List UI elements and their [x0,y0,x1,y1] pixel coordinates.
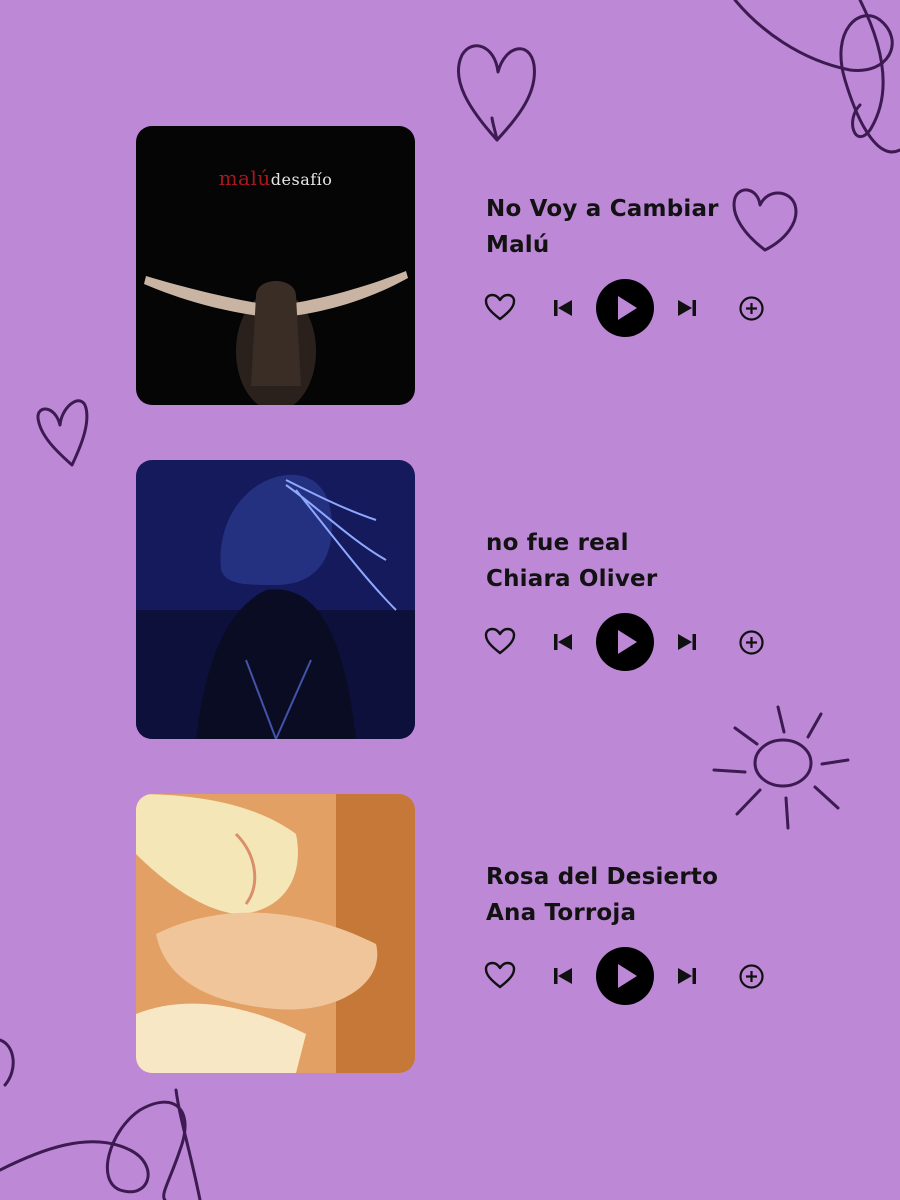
heart-doodle [36,399,89,467]
track-card: no fue real Chiara Oliver [0,460,900,740]
play-icon [618,296,637,320]
heart-outline-icon[interactable] [483,626,517,656]
track-artist: Malú [486,232,550,258]
plus-circle-icon[interactable] [738,963,765,990]
track-title: Rosa del Desierto [486,864,719,890]
plus-circle-icon[interactable] [738,629,765,656]
plus-circle-icon[interactable] [738,295,765,322]
skip-previous-icon[interactable] [552,965,574,987]
play-button[interactable] [596,947,654,1005]
play-icon [618,630,637,654]
album-cover[interactable] [136,794,415,1073]
play-button[interactable] [596,279,654,337]
album-cover[interactable] [136,460,415,739]
track-artist: Chiara Oliver [486,566,658,592]
track-card: malúdesafío No Voy a Cambiar Malú [0,126,900,406]
track-artist: Ana Torroja [486,900,637,926]
player-controls [480,278,780,338]
album-cover-art-icon [136,460,415,739]
skip-previous-icon[interactable] [552,297,574,319]
player-controls [480,612,780,672]
skip-previous-icon[interactable] [552,631,574,653]
track-card: Rosa del Desierto Ana Torroja [0,794,900,1074]
album-cover[interactable]: malúdesafío [136,126,415,405]
skip-next-icon[interactable] [676,297,698,319]
heart-outline-icon[interactable] [483,292,517,322]
skip-next-icon[interactable] [676,965,698,987]
play-button[interactable] [596,613,654,671]
track-title: No Voy a Cambiar [486,196,719,222]
play-icon [618,964,637,988]
player-controls [480,946,780,1006]
heart-outline-icon[interactable] [483,960,517,990]
skip-next-icon[interactable] [676,631,698,653]
track-title: no fue real [486,530,629,556]
album-cover-art-icon [136,794,415,1073]
cover-text: malúdesafío [218,166,333,190]
